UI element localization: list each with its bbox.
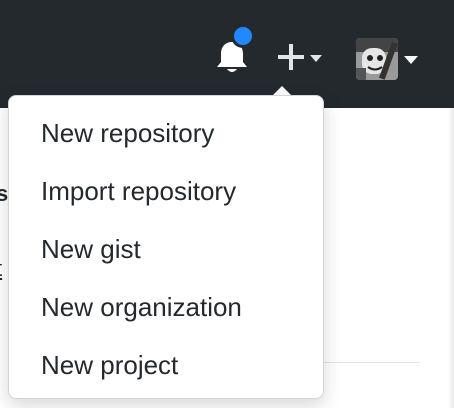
- user-menu-button[interactable]: [352, 34, 424, 82]
- menu-item-new-gist[interactable]: New gist: [9, 220, 323, 278]
- header-bar: [0, 0, 454, 108]
- create-new-menu: New repository Import repository New gis…: [8, 95, 324, 399]
- scroll-edge: [448, 108, 454, 408]
- menu-item-new-project[interactable]: New project: [9, 336, 323, 394]
- chevron-down-icon: [404, 56, 418, 64]
- menu-item-new-organization[interactable]: New organization: [9, 278, 323, 336]
- menu-item-new-repository[interactable]: New repository: [9, 104, 323, 162]
- create-new-button[interactable]: [272, 38, 332, 78]
- notification-indicator: [231, 24, 255, 48]
- page-text-fragment: t: [0, 256, 2, 282]
- avatar: [356, 38, 398, 80]
- chevron-down-icon: [310, 55, 322, 62]
- plus-icon: [278, 44, 304, 70]
- menu-item-import-repository[interactable]: Import repository: [9, 162, 323, 220]
- divider: [320, 362, 420, 363]
- page-text-fragment: s: [0, 181, 9, 206]
